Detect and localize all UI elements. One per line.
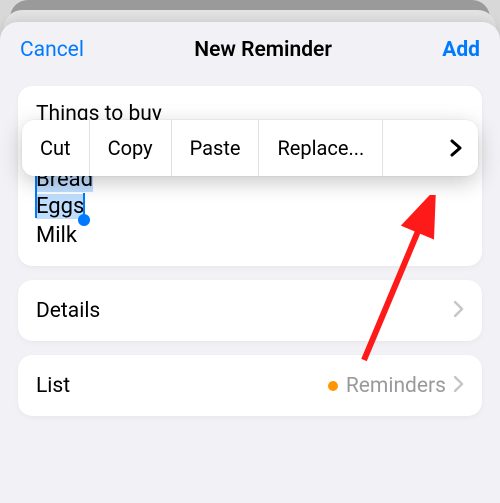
replace-button[interactable]: Replace... [259, 120, 383, 176]
chevron-right-icon [454, 373, 464, 398]
title-notes-card: Things to buy Bread Eggs Milk [18, 86, 482, 266]
list-name: Reminders [346, 374, 446, 398]
notes-selected-word: Eggs [36, 194, 84, 219]
new-reminder-sheet: Cancel New Reminder Add Things to buy Br… [0, 22, 500, 503]
list-label: List [36, 374, 70, 398]
cut-button[interactable]: Cut [22, 120, 90, 176]
details-label: Details [36, 299, 100, 323]
nav-bar: Cancel New Reminder Add [0, 22, 500, 72]
list-value-group: Reminders [328, 373, 464, 398]
details-row[interactable]: Details [18, 280, 482, 341]
list-row[interactable]: List Reminders [18, 355, 482, 416]
notes-line-3: Milk [36, 222, 464, 249]
more-actions-button[interactable] [434, 120, 478, 176]
add-button[interactable]: Add [442, 38, 480, 62]
chevron-right-icon [454, 298, 464, 323]
list-color-dot-icon [328, 381, 338, 391]
chevron-right-icon [450, 139, 462, 157]
copy-button[interactable]: Copy [90, 120, 172, 176]
paste-button[interactable]: Paste [172, 120, 260, 176]
page-title: New Reminder [194, 38, 332, 62]
cancel-button[interactable]: Cancel [20, 38, 84, 62]
text-edit-context-menu: Cut Copy Paste Replace... [22, 120, 478, 176]
